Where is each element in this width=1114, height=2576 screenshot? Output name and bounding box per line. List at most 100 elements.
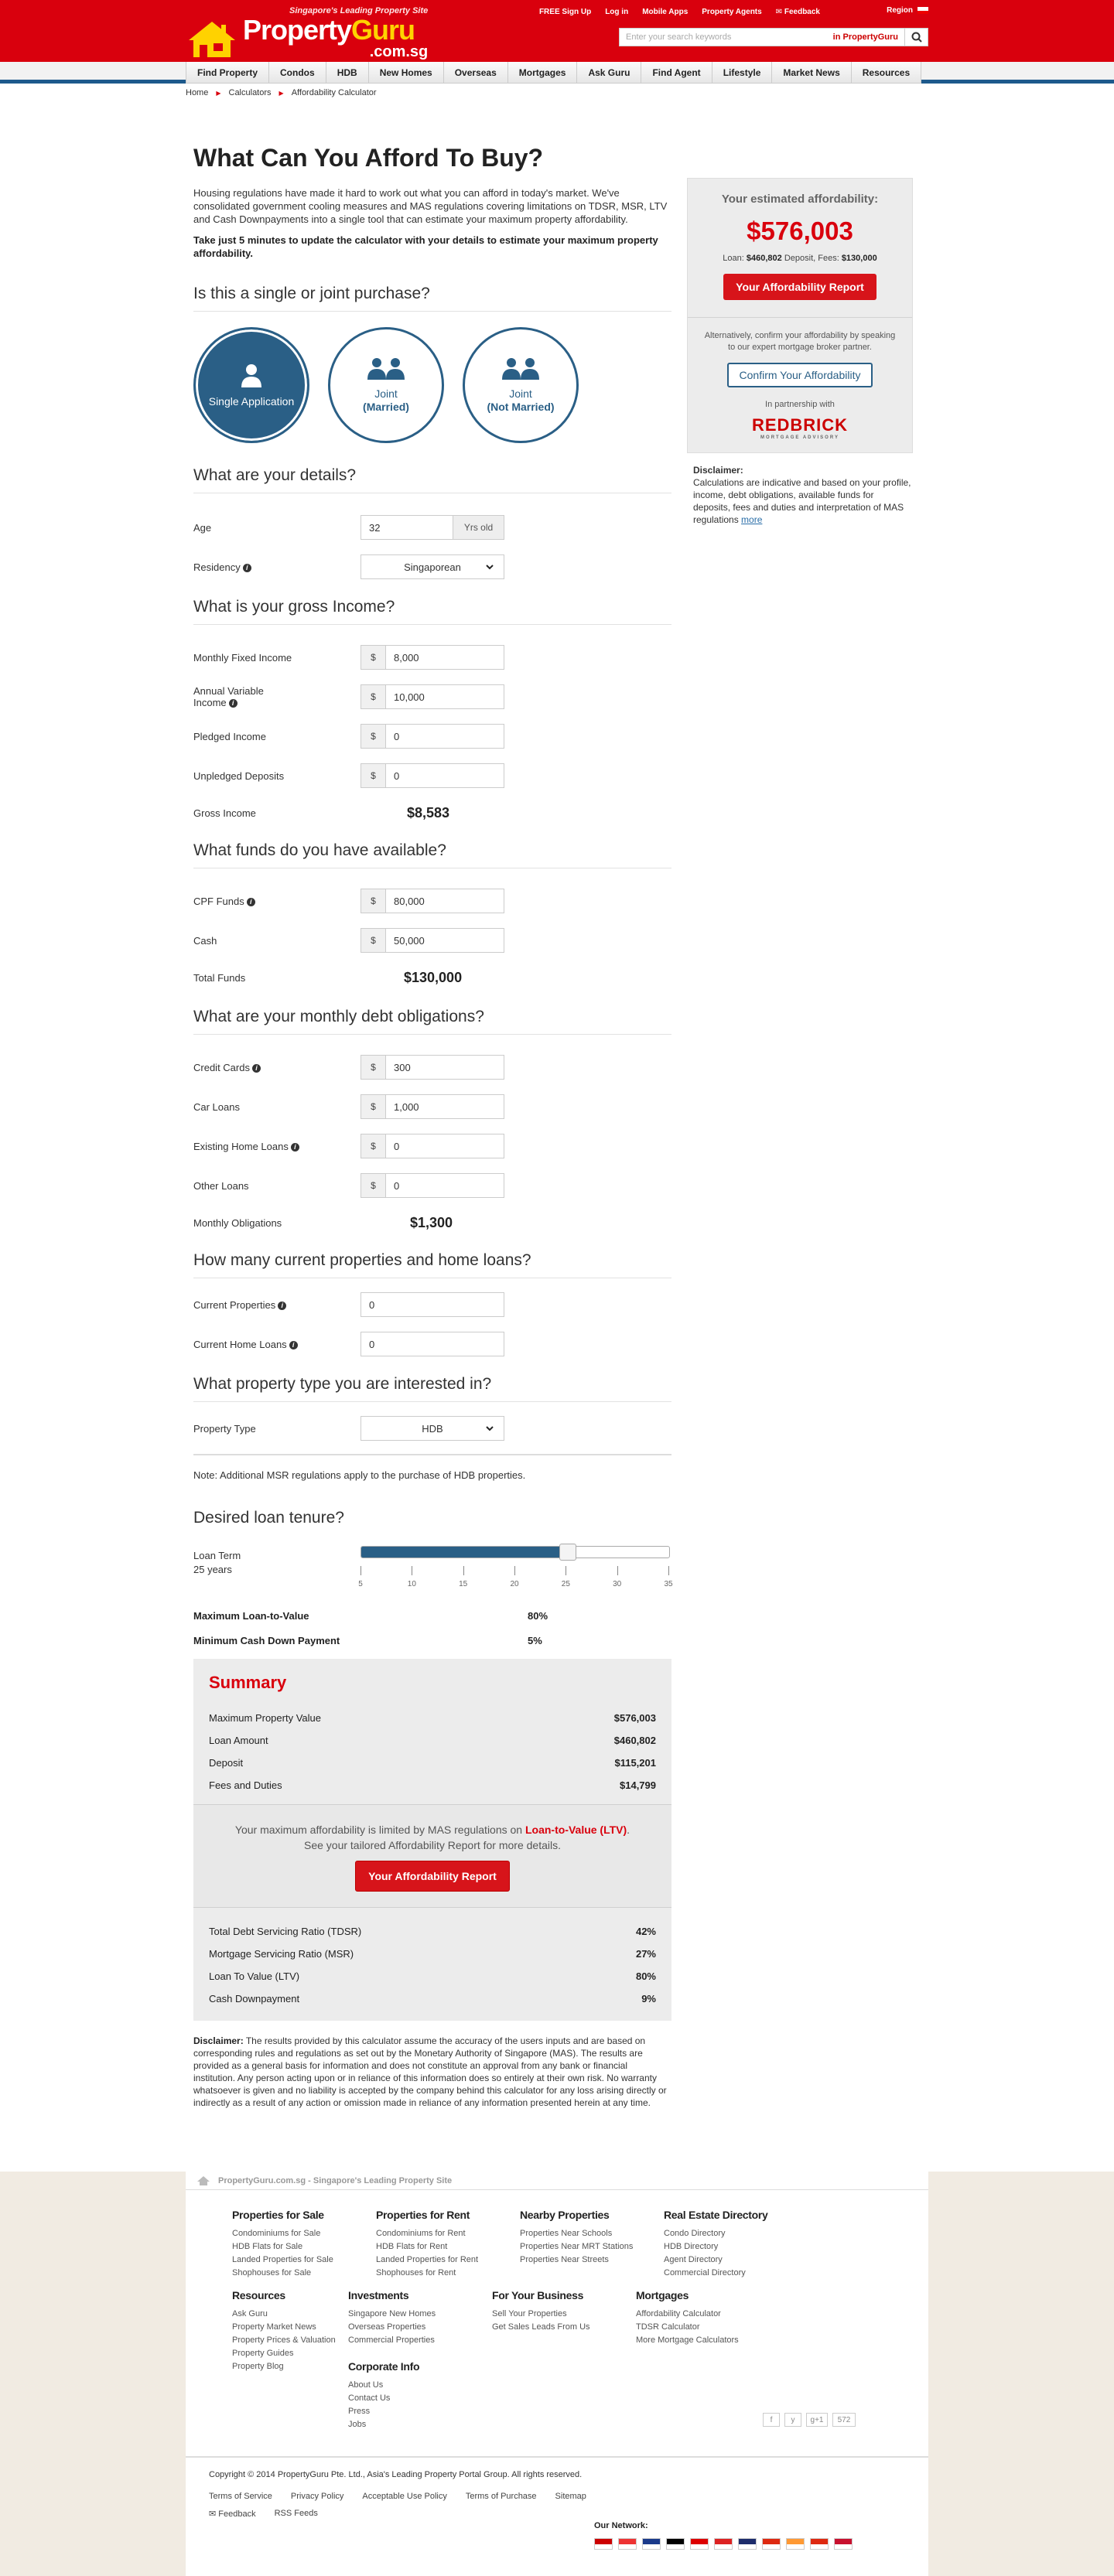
nav-overseas[interactable]: Overseas bbox=[443, 62, 507, 84]
footer-link[interactable]: Overseas Properties bbox=[348, 2321, 487, 2334]
country-flag-icon[interactable] bbox=[834, 2538, 853, 2550]
info-icon[interactable]: i bbox=[242, 563, 251, 572]
single-application-option[interactable]: Single Application bbox=[193, 327, 309, 443]
country-flag-icon[interactable] bbox=[690, 2538, 709, 2550]
breadcrumb-calculators[interactable]: Calculators bbox=[229, 88, 272, 97]
facebook-icon[interactable]: f bbox=[763, 2413, 780, 2427]
footer-link[interactable]: HDB Flats for Sale bbox=[232, 2240, 371, 2254]
nav-condos[interactable]: Condos bbox=[268, 62, 326, 84]
footer-link[interactable]: HDB Flats for Rent bbox=[376, 2240, 515, 2254]
country-flag-icon[interactable] bbox=[714, 2538, 733, 2550]
footer-link[interactable]: Commercial Properties bbox=[348, 2334, 487, 2347]
age-field[interactable]: 32 Yrs old bbox=[361, 515, 504, 540]
footer-link[interactable]: Landed Properties for Rent bbox=[376, 2254, 515, 2267]
joint-not-married-option[interactable]: Joint (Not Married) bbox=[463, 327, 579, 443]
info-icon[interactable]: i bbox=[251, 1063, 261, 1073]
terms-of-service-link[interactable]: Terms of Service bbox=[209, 2492, 272, 2501]
footer-link[interactable]: More Mortgage Calculators bbox=[636, 2334, 775, 2347]
nav-lifestyle[interactable]: Lifestyle bbox=[711, 62, 772, 84]
home-icon[interactable] bbox=[196, 2175, 210, 2186]
footer-link[interactable]: Properties Near Streets bbox=[520, 2254, 659, 2267]
nav-new-homes[interactable]: New Homes bbox=[367, 62, 443, 84]
country-flag-icon[interactable] bbox=[738, 2538, 757, 2550]
ltv-link[interactable]: Loan-to-Value (LTV) bbox=[525, 1824, 627, 1836]
search-button[interactable] bbox=[905, 28, 928, 46]
footer-link[interactable]: Contact Us bbox=[348, 2392, 487, 2405]
existing-home-loans-input[interactable]: $0 bbox=[361, 1134, 504, 1158]
footer-link[interactable]: Affordability Calculator bbox=[636, 2308, 775, 2321]
pledged-income-input[interactable]: $0 bbox=[361, 724, 504, 749]
feedback-link[interactable]: ✉ Feedback bbox=[776, 8, 820, 16]
sitemap-link[interactable]: Sitemap bbox=[555, 2492, 586, 2501]
footer-feedback-link[interactable]: ✉ Feedback bbox=[209, 2509, 256, 2519]
affordability-report-button[interactable]: Your Affordability Report bbox=[355, 1861, 510, 1892]
footer-link[interactable]: Press bbox=[348, 2405, 487, 2418]
monthly-fixed-income-input[interactable]: $8,000 bbox=[361, 645, 504, 670]
youtube-icon[interactable]: y bbox=[784, 2413, 801, 2427]
redbrick-logo[interactable]: REDBRICK MORTGAGE ADVISORY bbox=[700, 415, 900, 440]
info-icon[interactable]: i bbox=[289, 1340, 298, 1349]
info-icon[interactable]: i bbox=[228, 699, 237, 708]
nav-ask-guru[interactable]: Ask Guru bbox=[576, 62, 641, 84]
disclaimer-more-link[interactable]: more bbox=[741, 514, 762, 525]
country-flag-icon[interactable] bbox=[786, 2538, 805, 2550]
nav-mortgages[interactable]: Mortgages bbox=[507, 62, 577, 84]
slider-handle[interactable] bbox=[559, 1544, 576, 1561]
region-selector[interactable]: Region bbox=[887, 6, 928, 15]
breadcrumb-home[interactable]: Home bbox=[186, 88, 208, 97]
footer-link[interactable]: HDB Directory bbox=[664, 2240, 803, 2254]
footer-link[interactable]: Condominiums for Rent bbox=[376, 2227, 515, 2240]
confirm-affordability-button[interactable]: Confirm Your Affordability bbox=[726, 363, 873, 387]
credit-cards-input[interactable]: $300 bbox=[361, 1055, 504, 1080]
cpf-funds-input[interactable]: $80,000 bbox=[361, 889, 504, 913]
propertyguru-logo[interactable]: Singapore's Leading Property Site Proper… bbox=[186, 6, 428, 60]
footer-link[interactable]: Sell Your Properties bbox=[492, 2308, 631, 2321]
nav-resources[interactable]: Resources bbox=[850, 62, 922, 84]
footer-link[interactable]: Landed Properties for Sale bbox=[232, 2254, 371, 2267]
rss-feeds-link[interactable]: RSS Feeds bbox=[275, 2509, 318, 2519]
property-agents-link[interactable]: Property Agents bbox=[702, 8, 761, 16]
footer-link[interactable]: Singapore New Homes bbox=[348, 2308, 487, 2321]
footer-link[interactable]: Condominiums for Sale bbox=[232, 2227, 371, 2240]
footer-link[interactable]: Properties Near MRT Stations bbox=[520, 2240, 659, 2254]
footer-link[interactable]: Shophouses for Rent bbox=[376, 2267, 515, 2280]
country-flag-icon[interactable] bbox=[642, 2538, 661, 2550]
unpledged-deposits-input[interactable]: $0 bbox=[361, 763, 504, 788]
current-home-loans-input[interactable]: 0 bbox=[361, 1332, 504, 1356]
footer-link[interactable]: Commercial Directory bbox=[664, 2267, 803, 2280]
nav-find-agent[interactable]: Find Agent bbox=[641, 62, 712, 84]
info-icon[interactable]: i bbox=[246, 897, 255, 906]
login-link[interactable]: Log in bbox=[605, 8, 628, 16]
country-flag-icon[interactable] bbox=[594, 2538, 613, 2550]
footer-link[interactable]: Agent Directory bbox=[664, 2254, 803, 2267]
annual-variable-income-input[interactable]: $10,000 bbox=[361, 684, 504, 709]
privacy-policy-link[interactable]: Privacy Policy bbox=[291, 2492, 343, 2501]
loan-tenure-slider[interactable] bbox=[361, 1544, 670, 1561]
footer-link[interactable]: About Us bbox=[348, 2379, 487, 2392]
info-icon[interactable]: i bbox=[290, 1142, 299, 1152]
footer-link[interactable]: Condo Directory bbox=[664, 2227, 803, 2240]
nav-market-news[interactable]: Market News bbox=[771, 62, 851, 84]
footer-link[interactable]: Shophouses for Sale bbox=[232, 2267, 371, 2280]
acceptable-use-link[interactable]: Acceptable Use Policy bbox=[362, 2492, 446, 2501]
other-loans-input[interactable]: $0 bbox=[361, 1173, 504, 1198]
terms-of-purchase-link[interactable]: Terms of Purchase bbox=[466, 2492, 537, 2501]
signup-link[interactable]: FREE Sign Up bbox=[539, 8, 591, 16]
footer-link[interactable]: Properties Near Schools bbox=[520, 2227, 659, 2240]
joint-married-option[interactable]: Joint (Married) bbox=[328, 327, 444, 443]
car-loans-input[interactable]: $1,000 bbox=[361, 1094, 504, 1119]
footer-link[interactable]: Property Guides bbox=[232, 2347, 371, 2360]
country-flag-icon[interactable] bbox=[618, 2538, 637, 2550]
sidebar-report-button[interactable]: Your Affordability Report bbox=[723, 274, 877, 300]
country-flag-icon[interactable] bbox=[762, 2538, 781, 2550]
search-input[interactable]: Enter your search keywords in PropertyGu… bbox=[619, 28, 905, 46]
mobile-apps-link[interactable]: Mobile Apps bbox=[642, 8, 688, 16]
nav-find-property[interactable]: Find Property bbox=[186, 62, 269, 84]
footer-link[interactable]: Get Sales Leads From Us bbox=[492, 2321, 631, 2334]
footer-link[interactable]: TDSR Calculator bbox=[636, 2321, 775, 2334]
property-type-select[interactable]: HDB bbox=[361, 1416, 504, 1441]
country-flag-icon[interactable] bbox=[666, 2538, 685, 2550]
info-icon[interactable]: i bbox=[278, 1301, 287, 1310]
google-plus-icon[interactable]: g+1 bbox=[806, 2413, 828, 2427]
footer-link[interactable]: Jobs bbox=[348, 2418, 487, 2431]
